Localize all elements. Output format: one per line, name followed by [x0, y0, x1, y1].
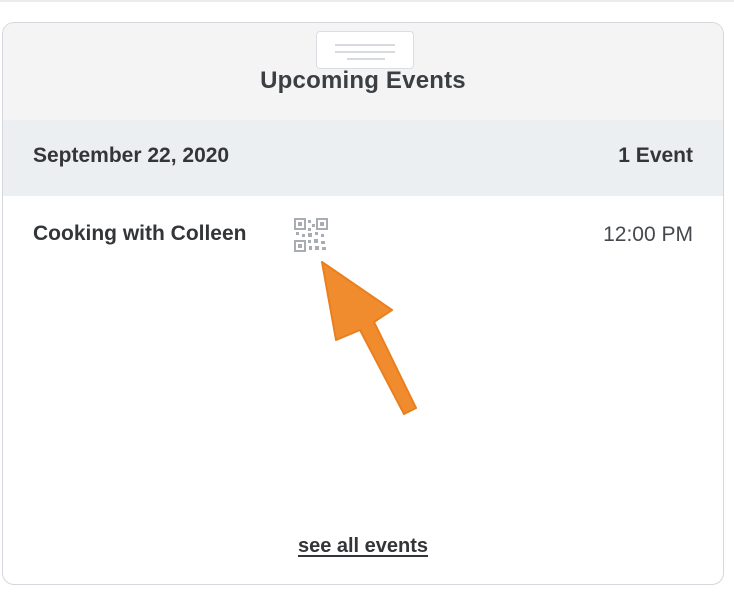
date-group-header: September 22, 2020 1 Event [3, 120, 723, 196]
qr-code-icon[interactable] [292, 216, 330, 254]
event-time: 12:00 PM [603, 223, 693, 246]
drag-handle[interactable] [316, 31, 414, 69]
handle-line [335, 44, 395, 46]
widget-footer: see all events [3, 535, 723, 558]
see-all-events-link[interactable]: see all events [298, 535, 428, 557]
widget-header: Upcoming Events [3, 23, 723, 120]
handle-line [347, 58, 385, 60]
event-list-item: Cooking with Colleen 12:00 PM [3, 196, 723, 276]
handle-line [335, 51, 395, 53]
widget-title: Upcoming Events [260, 67, 466, 94]
event-count: 1 Event [618, 144, 693, 167]
page-divider [0, 0, 734, 2]
event-title-link[interactable]: Cooking with Colleen [33, 222, 247, 246]
upcoming-events-widget: Upcoming Events September 22, 2020 1 Eve… [2, 22, 724, 585]
event-date: September 22, 2020 [33, 144, 230, 167]
